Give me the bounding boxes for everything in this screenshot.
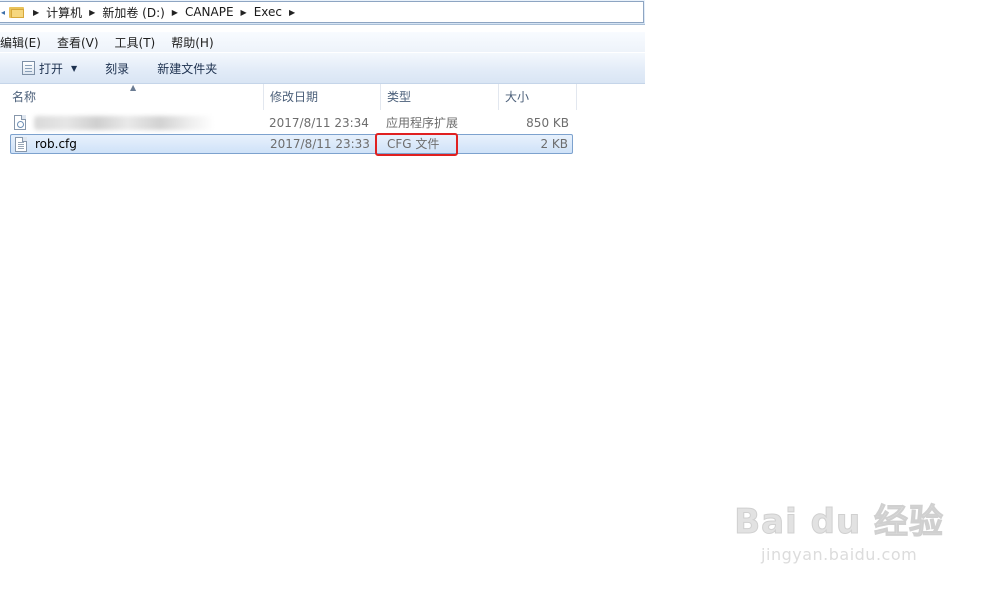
new-folder-button[interactable]: 新建文件夹 xyxy=(157,60,217,77)
file-row[interactable]: 2017/8/11 23:34 应用程序扩展 850 KB xyxy=(10,113,573,133)
watermark-logo: Bai du 经验 xyxy=(734,502,944,543)
breadcrumb-item-canape[interactable]: CANAPE ▶ xyxy=(185,5,254,19)
command-bar: 打开 ▼ 刻录 新建文件夹 xyxy=(0,53,645,84)
file-type: 应用程序扩展 xyxy=(386,116,459,130)
open-icon xyxy=(22,61,35,75)
folder-icon xyxy=(9,5,25,19)
baidu-jingyan-watermark: Bai du 经验 jingyan.baidu.com xyxy=(734,494,944,565)
address-bar: ◂ ▶ 计算机 ▶ 新加卷 (D:) ▶ CANAPE ▶ Exec ▶ xyxy=(0,0,645,25)
file-row-selected[interactable]: rob.cfg 2017/8/11 23:33 CFG 文件 2 KB xyxy=(10,134,573,154)
breadcrumb-item-drive[interactable]: 新加卷 (D:) ▶ xyxy=(102,4,185,21)
menu-view[interactable]: 查看(V) xyxy=(57,34,99,51)
red-highlight-annotation xyxy=(375,133,458,156)
breadcrumb-root[interactable]: ▶ xyxy=(31,8,46,17)
chevron-down-icon[interactable]: ▼ xyxy=(71,64,77,73)
file-explorer-window: ◂ ▶ 计算机 ▶ 新加卷 (D:) ▶ CANAPE ▶ Exec ▶ 编辑(E) 查… xyxy=(0,0,645,158)
column-header-date[interactable]: 修改日期 xyxy=(263,84,379,110)
obscured-file-name xyxy=(34,116,214,130)
file-name[interactable]: rob.cfg xyxy=(35,134,77,154)
breadcrumb-arrow-icon[interactable]: ▶ xyxy=(289,8,295,17)
open-button-label: 打开 xyxy=(39,61,64,76)
breadcrumb-arrow-icon[interactable]: ▶ xyxy=(33,8,39,17)
address-history-arrow-icon[interactable]: ◂ xyxy=(1,8,7,17)
menu-tools[interactable]: 工具(T) xyxy=(115,34,156,51)
menu-help[interactable]: 帮助(H) xyxy=(171,34,213,51)
burn-button[interactable]: 刻录 xyxy=(105,60,129,77)
sort-ascending-icon: ▲ xyxy=(130,83,137,92)
breadcrumb-item-exec[interactable]: Exec ▶ xyxy=(254,5,302,19)
file-size: 2 KB xyxy=(540,137,568,151)
breadcrumb-arrow-icon[interactable]: ▶ xyxy=(172,8,178,17)
column-headers: 名称 修改日期 类型 大小 xyxy=(0,84,645,110)
watermark-url: jingyan.baidu.com xyxy=(761,545,918,564)
dll-file-icon xyxy=(14,115,26,130)
address-field[interactable]: ◂ ▶ 计算机 ▶ 新加卷 (D:) ▶ CANAPE ▶ Exec ▶ xyxy=(0,1,644,23)
menu-edit[interactable]: 编辑(E) xyxy=(0,34,41,51)
cfg-file-icon xyxy=(15,137,27,152)
breadcrumb-item-computer[interactable]: 计算机 ▶ xyxy=(46,4,102,21)
breadcrumb-arrow-icon[interactable]: ▶ xyxy=(241,8,247,17)
column-header-size[interactable]: 大小 xyxy=(498,84,577,110)
file-date: 2017/8/11 23:34 xyxy=(269,116,369,130)
breadcrumb-arrow-icon[interactable]: ▶ xyxy=(89,8,95,17)
file-date: 2017/8/11 23:33 xyxy=(270,137,370,151)
menu-bar: 编辑(E) 查看(V) 工具(T) 帮助(H) xyxy=(0,32,645,52)
column-header-type[interactable]: 类型 xyxy=(380,84,497,110)
open-button[interactable]: 打开 ▼ xyxy=(22,60,77,77)
file-size: 850 KB xyxy=(526,116,569,130)
